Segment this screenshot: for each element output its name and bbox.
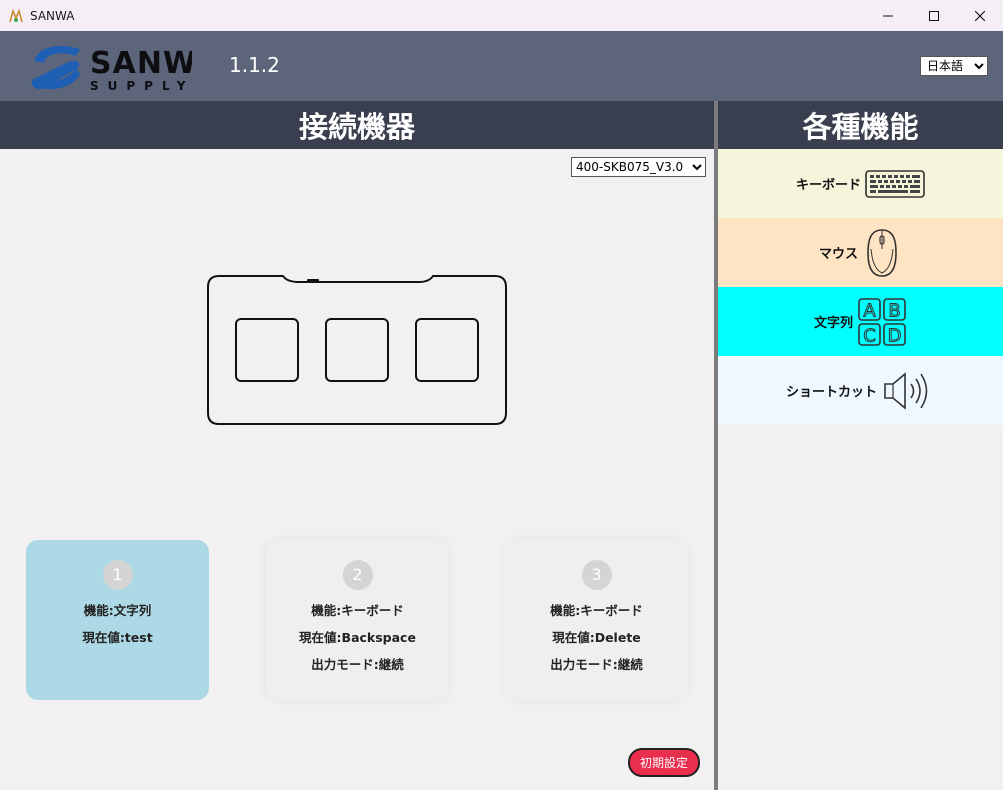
device-diagram	[207, 275, 507, 425]
mouse-icon	[867, 228, 897, 277]
device-key-2[interactable]	[325, 318, 389, 382]
logo-text-supply: SUPPLY	[90, 79, 192, 92]
key-function: 機能:文字列	[83, 603, 152, 618]
logo-text-sanwa: SANWA	[90, 46, 192, 81]
key-function: 機能:キーボード	[550, 603, 643, 618]
abcd-icon: AB CD	[858, 297, 906, 347]
key-number-badge: 2	[342, 560, 373, 590]
function-label: キーボード	[795, 178, 861, 193]
device-outline	[207, 275, 507, 425]
function-label: マウス	[818, 247, 858, 262]
function-keyboard[interactable]: キーボード	[718, 149, 1003, 218]
sanwa-supply-logo: SANWA SUPPLY	[31, 46, 192, 92]
key-card-2[interactable]: 2 機能:キーボード 現在値:Backspace 出力モード:継続	[266, 540, 449, 700]
functions-section-title: 各種機能	[718, 101, 1003, 149]
device-key-1[interactable]	[235, 318, 299, 382]
key-current-value: 現在値:Delete	[552, 630, 641, 645]
device-key-3[interactable]	[415, 318, 479, 382]
keyboard-icon	[865, 169, 925, 198]
maximize-icon	[929, 10, 939, 21]
function-mouse[interactable]: マウス	[718, 218, 1003, 287]
svg-text:A: A	[863, 300, 876, 321]
key-card-1[interactable]: 1 機能:文字列 現在値:test	[26, 540, 209, 700]
key-number-badge: 1	[102, 560, 133, 590]
speaker-icon	[884, 371, 928, 410]
maximize-button[interactable]	[911, 0, 957, 31]
function-shortcut[interactable]: ショートカット	[718, 356, 1003, 425]
key-current-value: 現在値:test	[82, 630, 153, 645]
key-current-value: 現在値:Backspace	[299, 630, 416, 645]
app-header: SANWA SUPPLY 1.1.2 日本語	[0, 31, 1003, 101]
app-version: 1.1.2	[229, 53, 280, 77]
key-number-badge: 3	[581, 560, 612, 590]
key-output-mode: 出力モード:継続	[311, 657, 404, 672]
window-title: SANWA	[30, 8, 75, 23]
app-icon	[9, 8, 23, 22]
function-label: 文字列	[813, 316, 853, 331]
device-model-select[interactable]: 400-SKB075_V3.0	[571, 157, 706, 177]
svg-text:D: D	[888, 325, 902, 346]
language-select[interactable]: 日本語	[920, 56, 988, 76]
window-titlebar: SANWA	[0, 0, 1003, 31]
device-usb-port	[307, 279, 319, 283]
function-text-string[interactable]: 文字列 AB CD	[718, 287, 1003, 356]
close-icon	[975, 10, 985, 21]
svg-text:C: C	[863, 325, 876, 346]
key-function: 機能:キーボード	[311, 603, 404, 618]
key-output-mode: 出力モード:継続	[550, 657, 643, 672]
minimize-button[interactable]	[865, 0, 911, 31]
minimize-icon	[883, 15, 893, 16]
devices-section-title: 接続機器	[0, 101, 714, 149]
close-button[interactable]	[957, 0, 1003, 31]
key-card-3[interactable]: 3 機能:キーボード 現在値:Delete 出力モード:継続	[505, 540, 688, 700]
svg-text:B: B	[888, 300, 900, 321]
reset-defaults-button[interactable]: 初期設定	[628, 748, 700, 777]
function-label: ショートカット	[785, 385, 877, 400]
